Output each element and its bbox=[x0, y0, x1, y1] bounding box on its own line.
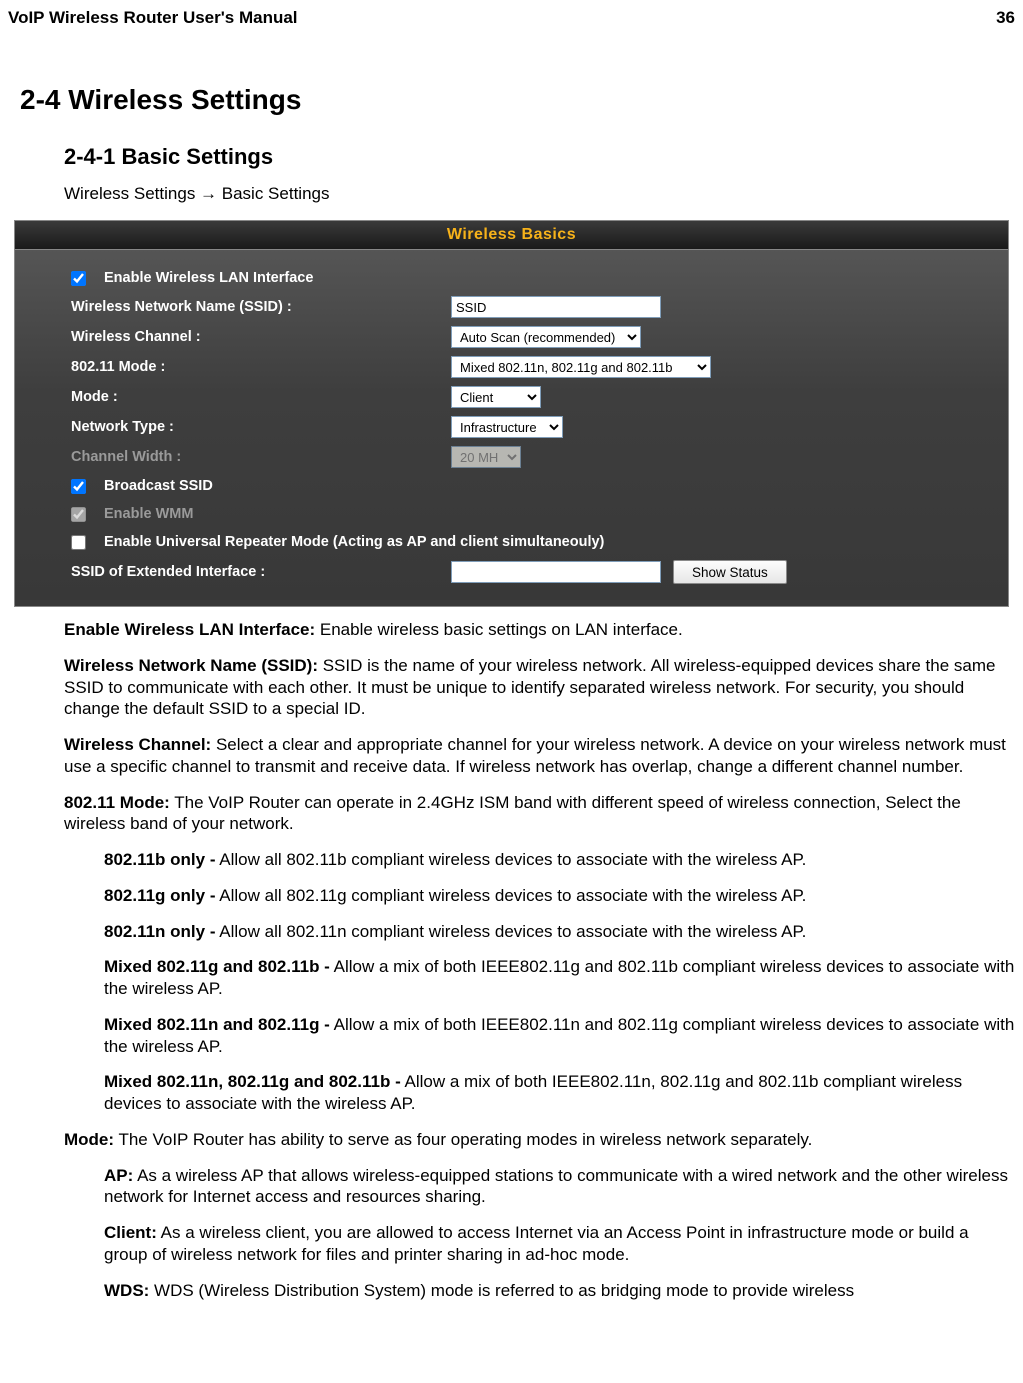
page-number: 36 bbox=[996, 8, 1015, 28]
panel-body: Enable Wireless LAN Interface Wireless N… bbox=[15, 250, 1008, 606]
channel-width-label: Channel Width : bbox=[71, 449, 451, 465]
mode80211-select[interactable]: Mixed 802.11n, 802.11g and 802.11b bbox=[451, 356, 711, 378]
row-enable-wlan: Enable Wireless LAN Interface bbox=[15, 264, 1008, 292]
ext-ssid-label: SSID of Extended Interface : bbox=[71, 564, 451, 580]
desc-mixed-ng: Mixed 802.11n and 802.11g - Allow a mix … bbox=[104, 1014, 1015, 1058]
section-heading-1: 2-4 Wireless Settings bbox=[20, 84, 1015, 116]
row-repeater: Enable Universal Repeater Mode (Acting a… bbox=[15, 528, 1008, 556]
section-heading-2: 2-4-1 Basic Settings bbox=[64, 144, 1015, 170]
enable-wmm-checkbox bbox=[71, 507, 86, 522]
mode-label: Mode : bbox=[71, 389, 451, 405]
row-ext-ssid: SSID of Extended Interface : Show Status bbox=[15, 556, 1008, 588]
desc-80211: 802.11 Mode: The VoIP Router can operate… bbox=[64, 792, 1015, 836]
broadcast-ssid-checkbox[interactable] bbox=[71, 479, 86, 494]
desc-80211b: 802.11b only - Allow all 802.11b complia… bbox=[104, 849, 1015, 871]
enable-wmm-label: Enable WMM bbox=[104, 506, 193, 522]
row-broadcast-ssid: Broadcast SSID bbox=[15, 472, 1008, 500]
panel-title: Wireless Basics bbox=[15, 221, 1008, 250]
page-header: VoIP Wireless Router User's Manual 36 bbox=[8, 8, 1015, 28]
mode-select[interactable]: Client bbox=[451, 386, 541, 408]
mode80211-label: 802.11 Mode : bbox=[71, 359, 451, 375]
ssid-label: Wireless Network Name (SSID) : bbox=[71, 299, 451, 315]
show-status-button[interactable]: Show Status bbox=[673, 560, 787, 584]
desc-mixed-gb: Mixed 802.11g and 802.11b - Allow a mix … bbox=[104, 956, 1015, 1000]
desc-80211g: 802.11g only - Allow all 802.11g complia… bbox=[104, 885, 1015, 907]
desc-wds: WDS: WDS (Wireless Distribution System) … bbox=[104, 1280, 1015, 1302]
row-80211-mode: 802.11 Mode : Mixed 802.11n, 802.11g and… bbox=[15, 352, 1008, 382]
row-channel: Wireless Channel : Auto Scan (recommende… bbox=[15, 322, 1008, 352]
row-enable-wmm: Enable WMM bbox=[15, 500, 1008, 528]
breadcrumb: Wireless Settings → Basic Settings bbox=[64, 184, 1015, 204]
channel-label: Wireless Channel : bbox=[71, 329, 451, 345]
ssid-input[interactable] bbox=[451, 296, 661, 318]
network-type-label: Network Type : bbox=[71, 419, 451, 435]
doc-title: VoIP Wireless Router User's Manual bbox=[8, 8, 298, 28]
row-channel-width: Channel Width : 20 MH bbox=[15, 442, 1008, 472]
desc-ap: AP: As a wireless AP that allows wireles… bbox=[104, 1165, 1015, 1209]
desc-mode: Mode: The VoIP Router has ability to ser… bbox=[64, 1129, 1015, 1151]
repeater-checkbox[interactable] bbox=[71, 535, 86, 550]
desc-enable: Enable Wireless LAN Interface: Enable wi… bbox=[64, 619, 1015, 641]
enable-wlan-label: Enable Wireless LAN Interface bbox=[104, 270, 313, 286]
desc-80211n: 802.11n only - Allow all 802.11n complia… bbox=[104, 921, 1015, 943]
desc-mixed-ngb: Mixed 802.11n, 802.11g and 802.11b - All… bbox=[104, 1071, 1015, 1115]
repeater-label: Enable Universal Repeater Mode (Acting a… bbox=[104, 534, 604, 550]
row-mode: Mode : Client bbox=[15, 382, 1008, 412]
ext-ssid-input[interactable] bbox=[451, 561, 661, 583]
channel-select[interactable]: Auto Scan (recommended) bbox=[451, 326, 641, 348]
row-ssid: Wireless Network Name (SSID) : bbox=[15, 292, 1008, 322]
enable-wlan-checkbox[interactable] bbox=[71, 271, 86, 286]
row-network-type: Network Type : Infrastructure bbox=[15, 412, 1008, 442]
network-type-select[interactable]: Infrastructure bbox=[451, 416, 563, 438]
desc-ssid: Wireless Network Name (SSID): SSID is th… bbox=[64, 655, 1015, 720]
channel-width-select: 20 MH bbox=[451, 446, 521, 468]
desc-channel: Wireless Channel: Select a clear and app… bbox=[64, 734, 1015, 778]
broadcast-ssid-label: Broadcast SSID bbox=[104, 478, 213, 494]
desc-client: Client: As a wireless client, you are al… bbox=[104, 1222, 1015, 1266]
wireless-basics-panel: Wireless Basics Enable Wireless LAN Inte… bbox=[14, 220, 1009, 607]
